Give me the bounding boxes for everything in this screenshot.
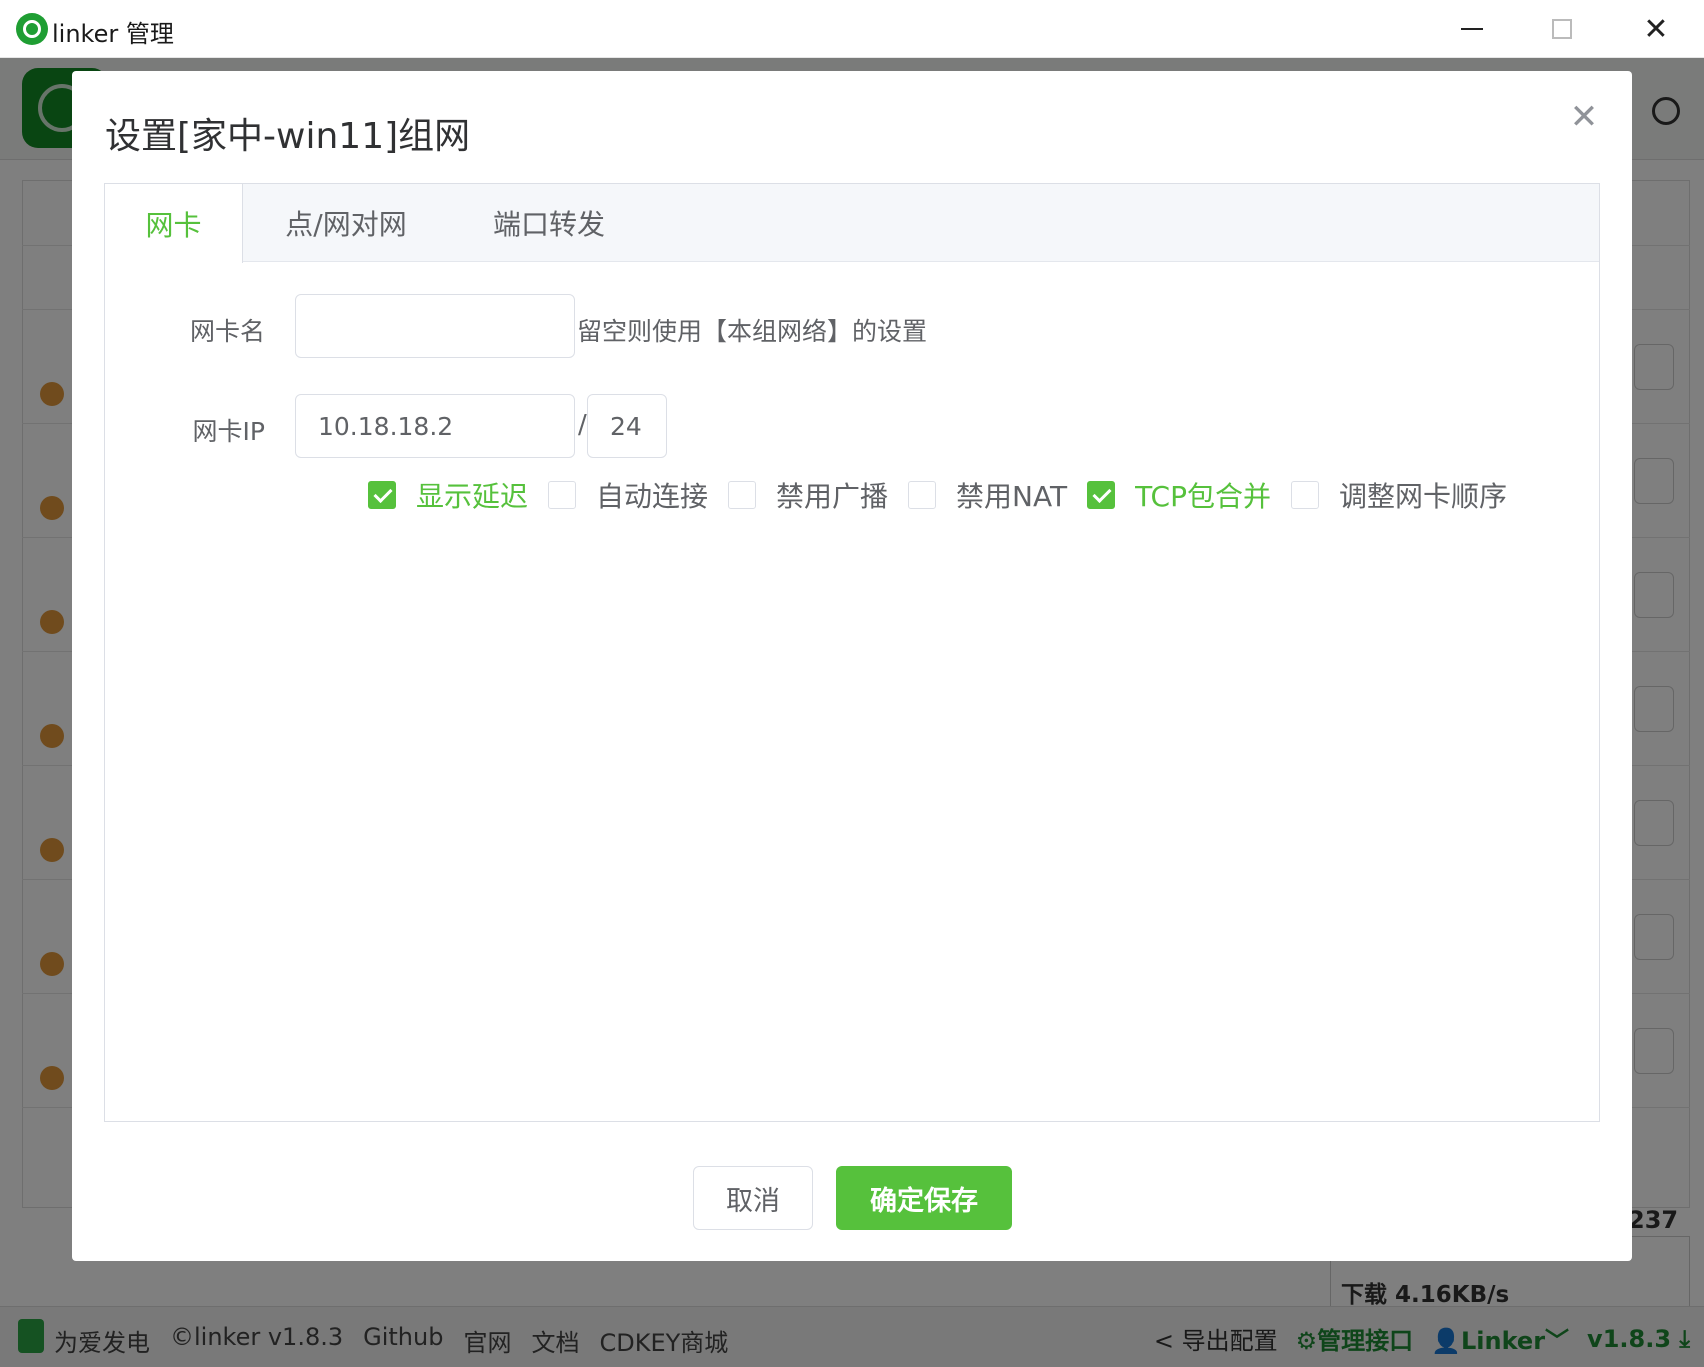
checkbox-label: 显示延迟 [416, 480, 529, 513]
tcp-merge-checkbox[interactable]: TCP包合并 [1087, 475, 1271, 515]
window-titlebar: linker 管理 ✕ [0, 0, 1704, 58]
auto-connect-checkbox[interactable]: 自动连接 [548, 475, 708, 515]
window-title: linker 管理 [52, 20, 174, 48]
disable-nat-checkbox[interactable]: 禁用NAT [908, 475, 1067, 515]
checkbox-icon [548, 481, 577, 509]
nic-name-hint: 留空则使用【本组网络】的设置 [577, 317, 928, 346]
close-icon: ✕ [1643, 11, 1669, 47]
window-close-button[interactable]: ✕ [1626, 10, 1686, 48]
maximize-icon [1552, 19, 1572, 39]
checkbox-label: 调整网卡顺序 [1338, 480, 1507, 513]
tab-nic[interactable]: 网卡 [105, 184, 243, 263]
prefix-length-input[interactable]: 24 [587, 394, 667, 458]
dialog-close-button[interactable]: ✕ [1566, 99, 1602, 135]
adjust-nic-order-checkbox[interactable]: 调整网卡顺序 [1290, 475, 1507, 515]
checkbox-label: TCP包合并 [1135, 480, 1271, 513]
network-settings-dialog: 设置[家中-win11]组网 ✕ 网卡 点/网对网 端口转发 网卡名 留空则使用… [72, 71, 1632, 1261]
checkbox-checked-icon [368, 481, 396, 509]
options-checkbox-group: 显示延迟 自动连接 禁用广播 禁用NAT TCP包合并 调整网卡顺序 [368, 475, 1527, 515]
tabs-card: 网卡 点/网对网 端口转发 网卡名 留空则使用【本组网络】的设置 网卡IP 10… [104, 183, 1600, 1122]
nic-ip-input[interactable]: 10.18.18.2 [295, 394, 575, 458]
minimize-icon [1461, 28, 1483, 30]
checkbox-icon [908, 481, 937, 509]
checkbox-icon [728, 481, 757, 509]
cancel-button[interactable]: 取消 [693, 1166, 813, 1230]
nic-ip-label: 网卡IP [192, 417, 265, 446]
checkbox-label: 禁用NAT [956, 480, 1068, 513]
checkbox-icon [1290, 481, 1319, 509]
checkbox-label: 自动连接 [596, 480, 709, 513]
ip-prefix-separator: / [578, 410, 587, 440]
confirm-save-button[interactable]: 确定保存 [836, 1166, 1012, 1230]
checkbox-checked-icon [1087, 481, 1116, 509]
nic-name-input[interactable] [295, 294, 575, 358]
disable-broadcast-checkbox[interactable]: 禁用广播 [728, 475, 888, 515]
close-icon: ✕ [1569, 97, 1599, 137]
tab-nav: 网卡 点/网对网 端口转发 [105, 184, 1599, 263]
tab-port-forward[interactable]: 端口转发 [449, 184, 649, 262]
dialog-title: 设置[家中-win11]组网 [105, 116, 471, 157]
minimize-button[interactable] [1442, 10, 1502, 48]
maximize-button[interactable] [1532, 10, 1592, 48]
tab-site-to-site[interactable]: 点/网对网 [243, 184, 449, 262]
show-latency-checkbox[interactable]: 显示延迟 [368, 475, 528, 515]
checkbox-label: 禁用广播 [776, 480, 889, 513]
nic-name-label: 网卡名 [189, 317, 265, 346]
app-icon [16, 13, 48, 45]
